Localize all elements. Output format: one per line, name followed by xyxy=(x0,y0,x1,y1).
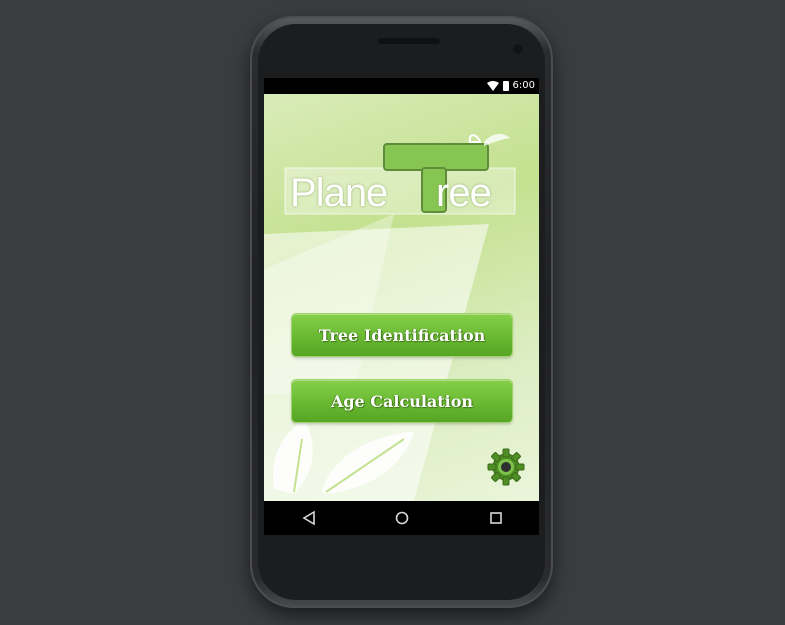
status-icons: 6:00 xyxy=(486,79,535,93)
earpiece xyxy=(378,38,440,44)
age-calculation-button[interactable]: Age Calculation xyxy=(292,380,512,422)
back-icon[interactable] xyxy=(298,508,320,528)
navigation-bar xyxy=(264,501,539,535)
phone-screen: 6:00 Plane ree Tree Identification Age C… xyxy=(264,78,539,535)
home-icon[interactable] xyxy=(391,508,413,528)
status-bar: 6:00 xyxy=(264,78,539,94)
logo-text-ree: ree xyxy=(436,171,492,215)
planetree-logo: Plane ree xyxy=(284,134,520,224)
tree-identification-button[interactable]: Tree Identification xyxy=(292,314,512,356)
battery-icon xyxy=(502,81,509,91)
app-main-screen: Plane ree Tree Identification Age Calcul… xyxy=(264,94,539,501)
status-time: 6:00 xyxy=(512,80,535,91)
wifi-icon xyxy=(486,81,499,91)
logo-text-plane: Plane xyxy=(290,171,388,215)
recents-icon[interactable] xyxy=(485,508,507,528)
front-camera xyxy=(513,44,523,54)
gear-icon[interactable] xyxy=(487,448,525,486)
